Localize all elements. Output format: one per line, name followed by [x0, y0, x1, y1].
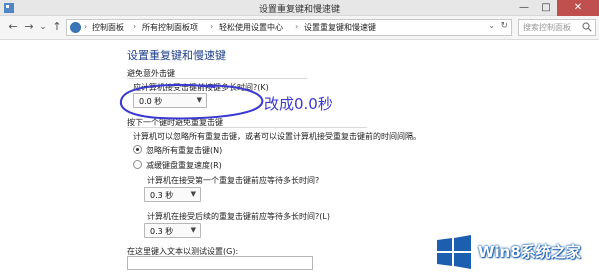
windows-logo-icon	[437, 235, 471, 269]
watermark: Win8系统之家	[434, 232, 596, 272]
annotation-text: 改成0.0秒	[264, 95, 333, 113]
watermark-text: Win8系统之家	[478, 243, 581, 261]
